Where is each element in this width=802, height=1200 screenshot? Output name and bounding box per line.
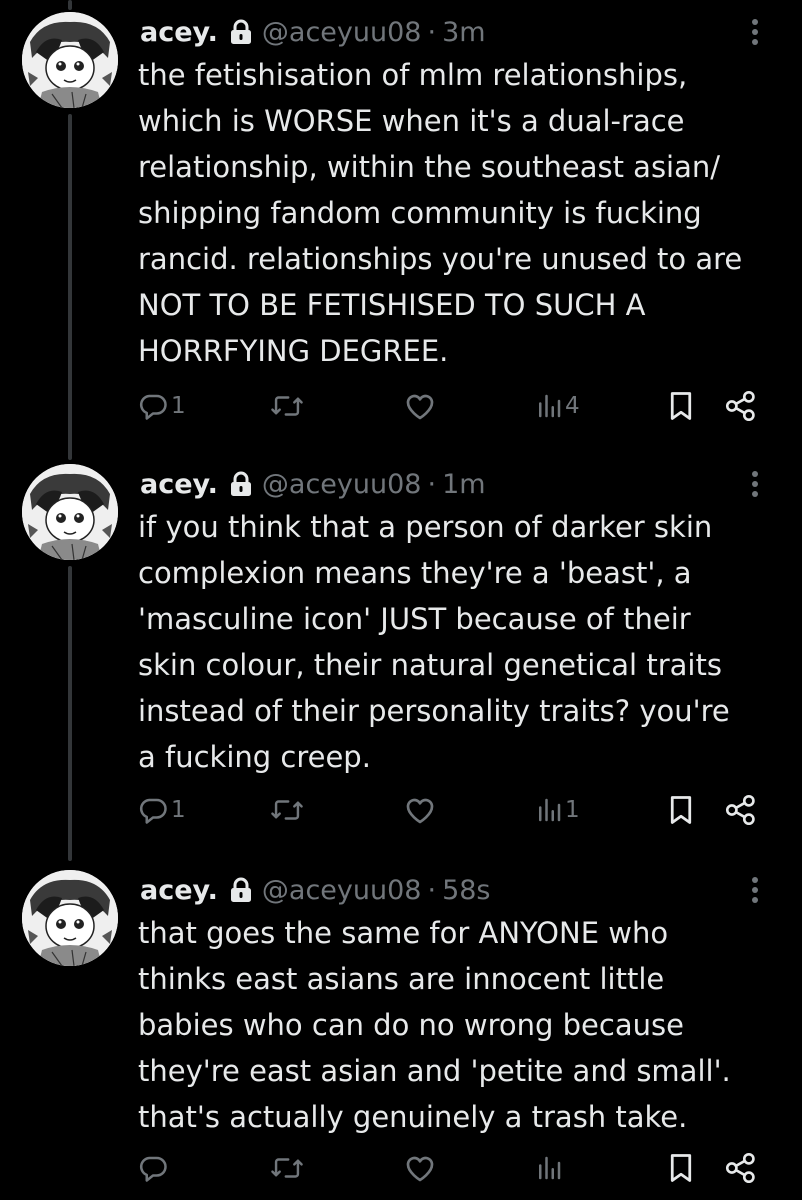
lock-icon xyxy=(230,471,252,497)
like-button[interactable] xyxy=(404,790,439,830)
tweet-text: the fetishisation of mlm relationships, … xyxy=(138,58,743,368)
action-bar xyxy=(138,1148,778,1188)
bookmark-button[interactable] xyxy=(668,790,694,830)
timestamp[interactable]: 1m xyxy=(442,469,485,500)
reply-button[interactable]: 1 xyxy=(138,790,186,830)
display-name[interactable]: acey. xyxy=(140,17,218,48)
handle[interactable]: @aceyuu08 xyxy=(262,17,422,48)
retweet-icon xyxy=(271,396,303,416)
avatar-image xyxy=(22,870,118,966)
lock-icon xyxy=(230,19,252,45)
timestamp[interactable]: 3m xyxy=(442,17,485,48)
more-icon[interactable] xyxy=(740,464,770,504)
view-count: 1 xyxy=(565,797,580,823)
heart-icon xyxy=(406,798,434,824)
avatar[interactable] xyxy=(22,12,118,108)
reply-button[interactable]: 1 xyxy=(138,386,186,426)
separator-dot: · xyxy=(427,16,437,48)
tweet[interactable]: acey. @aceyuu08 · 58s that goes the same… xyxy=(0,858,802,1200)
bookmark-button[interactable] xyxy=(668,1148,694,1188)
heart-icon xyxy=(406,1156,434,1182)
action-bar: 1 4 xyxy=(138,386,778,426)
reply-icon xyxy=(139,1156,167,1182)
bookmark-icon xyxy=(670,1154,692,1182)
bookmark-icon xyxy=(670,392,692,420)
display-name[interactable]: acey. xyxy=(140,469,218,500)
views-icon xyxy=(539,798,561,822)
heart-icon xyxy=(406,394,434,420)
reply-count: 1 xyxy=(171,393,186,419)
tweet[interactable]: acey. @aceyuu08 · 1m if you think that a… xyxy=(0,452,802,856)
share-icon xyxy=(725,390,755,422)
reply-icon xyxy=(139,798,167,824)
bookmark-icon xyxy=(670,796,692,824)
share-button[interactable] xyxy=(724,1148,758,1188)
tweet-text: that goes the same for ANYONE who thinks… xyxy=(138,916,731,1134)
avatar-image xyxy=(22,464,118,560)
tweet-header: acey. @aceyuu08 · 1m xyxy=(140,464,486,504)
display-name[interactable]: acey. xyxy=(140,875,218,906)
action-bar: 1 1 xyxy=(138,790,778,830)
retweet-button[interactable] xyxy=(270,386,307,426)
tweet-header: acey. @aceyuu08 · 3m xyxy=(140,12,486,52)
views-button[interactable]: 1 xyxy=(536,790,580,830)
avatar[interactable] xyxy=(22,870,118,966)
separator-dot: · xyxy=(427,468,437,500)
like-button[interactable] xyxy=(404,386,439,426)
reply-icon xyxy=(139,394,167,420)
retweet-icon xyxy=(271,1158,303,1178)
separator-dot: · xyxy=(427,874,437,906)
share-icon xyxy=(725,1152,755,1184)
tweet-header: acey. @aceyuu08 · 58s xyxy=(140,870,491,910)
tweet[interactable]: acey. @aceyuu08 · 3m the fetishisation o… xyxy=(0,0,802,450)
views-button[interactable]: 4 xyxy=(536,386,580,426)
timestamp[interactable]: 58s xyxy=(442,875,490,906)
share-button[interactable] xyxy=(724,386,758,426)
view-count: 4 xyxy=(565,393,580,419)
reply-count: 1 xyxy=(171,797,186,823)
retweet-button[interactable] xyxy=(270,790,307,830)
views-button[interactable] xyxy=(536,1148,565,1188)
share-icon xyxy=(725,794,755,826)
retweet-button[interactable] xyxy=(270,1148,307,1188)
views-icon xyxy=(539,1156,561,1180)
more-icon[interactable] xyxy=(740,12,770,52)
tweet-text: if you think that a person of darker ski… xyxy=(138,510,730,774)
views-icon xyxy=(539,394,561,418)
bookmark-button[interactable] xyxy=(668,386,694,426)
lock-icon xyxy=(230,877,252,903)
reply-button[interactable] xyxy=(138,1148,171,1188)
handle[interactable]: @aceyuu08 xyxy=(262,469,422,500)
retweet-icon xyxy=(271,800,303,820)
avatar-image xyxy=(22,12,118,108)
avatar[interactable] xyxy=(22,464,118,560)
handle[interactable]: @aceyuu08 xyxy=(262,875,422,906)
more-icon[interactable] xyxy=(740,870,770,910)
share-button[interactable] xyxy=(724,790,758,830)
like-button[interactable] xyxy=(404,1148,439,1188)
